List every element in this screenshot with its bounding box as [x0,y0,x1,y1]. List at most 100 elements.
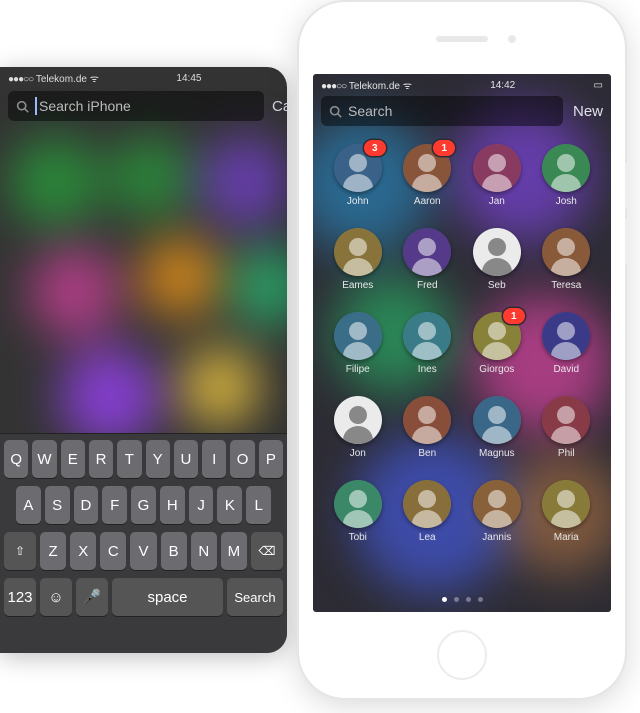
avatar [334,396,382,444]
contact-jon[interactable]: Jon [323,396,393,474]
key-l[interactable]: L [246,486,271,524]
status-bar: ●●●○○ Telekom.de ᯤ 14:45 [0,67,287,89]
page-dot[interactable] [466,597,471,602]
contact-david[interactable]: David [532,312,602,390]
contact-ines[interactable]: Ines [393,312,463,390]
search-input[interactable]: Search [321,96,563,126]
avatar [473,228,521,276]
key-☺[interactable]: ☺ [40,578,72,616]
contact-aaron[interactable]: 1Aaron [393,144,463,222]
contact-name: Fred [417,280,438,291]
key-f[interactable]: F [102,486,127,524]
key-x[interactable]: X [70,532,96,570]
home-button[interactable] [437,630,487,680]
avatar: 1 [473,312,521,360]
contact-name: Tobi [349,532,367,543]
notification-badge: 3 [364,140,386,156]
contact-name: Magnus [479,448,515,459]
contact-tobi[interactable]: Tobi [323,480,393,558]
text-cursor [35,97,37,115]
key-s[interactable]: S [45,486,70,524]
key-e[interactable]: E [61,440,85,478]
key-b[interactable]: B [161,532,187,570]
contact-magnus[interactable]: Magnus [462,396,532,474]
key-r[interactable]: R [89,440,113,478]
contact-lea[interactable]: Lea [393,480,463,558]
contact-name: Maria [554,532,579,543]
key-search[interactable]: Search [227,578,283,616]
contact-jannis[interactable]: Jannis [462,480,532,558]
keyboard: QWERTYUIOP ASDFGHJKL ⇧ZXCVBNM⌫ 123☺🎤spac… [0,433,287,653]
key-n[interactable]: N [191,532,217,570]
page-dot[interactable] [454,597,459,602]
key-q[interactable]: Q [4,440,28,478]
key-m[interactable]: M [221,532,247,570]
avatar [542,396,590,444]
key-j[interactable]: J [189,486,214,524]
contact-seb[interactable]: Seb [462,228,532,306]
new-button[interactable]: New [573,103,603,120]
power-button[interactable] [625,162,629,208]
contact-name: Jan [489,196,505,207]
page-dot[interactable] [442,597,447,602]
avatar [334,228,382,276]
key-y[interactable]: Y [146,440,170,478]
avatar [473,396,521,444]
key-z[interactable]: Z [40,532,66,570]
key-u[interactable]: U [174,440,198,478]
contact-filipe[interactable]: Filipe [323,312,393,390]
avatar [542,144,590,192]
contact-john[interactable]: 3John [323,144,393,222]
contact-teresa[interactable]: Teresa [532,228,602,306]
contact-giorgos[interactable]: 1Giorgos [462,312,532,390]
cancel-button[interactable]: Cancel [272,98,287,115]
key-p[interactable]: P [259,440,283,478]
page-dot[interactable] [478,597,483,602]
key-k[interactable]: K [217,486,242,524]
contact-name: David [553,364,579,375]
key-⌫[interactable]: ⌫ [251,532,283,570]
key-d[interactable]: D [74,486,99,524]
key-🎤[interactable]: 🎤 [76,578,108,616]
speaker [436,36,488,42]
key-g[interactable]: G [131,486,156,524]
notification-badge: 1 [433,140,455,156]
status-bar: ●●●○○ Telekom.de ᯤ 14:42 ▭ [313,74,611,96]
contact-josh[interactable]: Josh [532,144,602,222]
search-icon [16,100,29,113]
key-⇧[interactable]: ⇧ [4,532,36,570]
contact-phil[interactable]: Phil [532,396,602,474]
battery-icon: ▭ [594,80,603,91]
key-o[interactable]: O [230,440,254,478]
avatar [473,480,521,528]
contact-name: Lea [419,532,436,543]
contact-eames[interactable]: Eames [323,228,393,306]
key-w[interactable]: W [32,440,56,478]
contact-maria[interactable]: Maria [532,480,602,558]
key-c[interactable]: C [100,532,126,570]
avatar [542,228,590,276]
contact-name: Phil [558,448,575,459]
page-indicator[interactable] [313,597,611,602]
spotlight-search-input[interactable]: Search iPhone [8,91,264,121]
key-123[interactable]: 123 [4,578,36,616]
key-space[interactable]: space [112,578,223,616]
phone-left-partial: ●●●○○ Telekom.de ᯤ 14:45 Search iPhone C… [0,67,287,653]
contact-fred[interactable]: Fred [393,228,463,306]
contact-name: Jannis [482,532,511,543]
avatar [542,312,590,360]
contact-name: Filipe [346,364,370,375]
contact-jan[interactable]: Jan [462,144,532,222]
avatar [403,480,451,528]
notification-badge: 1 [503,308,525,324]
key-h[interactable]: H [160,486,185,524]
key-a[interactable]: A [16,486,41,524]
search-placeholder: Search iPhone [39,98,131,114]
key-i[interactable]: I [202,440,226,478]
key-t[interactable]: T [117,440,141,478]
key-v[interactable]: V [130,532,156,570]
screen: ●●●○○ Telekom.de ᯤ 14:42 ▭ Search New 3J… [313,74,611,612]
contact-ben[interactable]: Ben [393,396,463,474]
avatar [542,480,590,528]
volume-button[interactable] [625,218,629,264]
